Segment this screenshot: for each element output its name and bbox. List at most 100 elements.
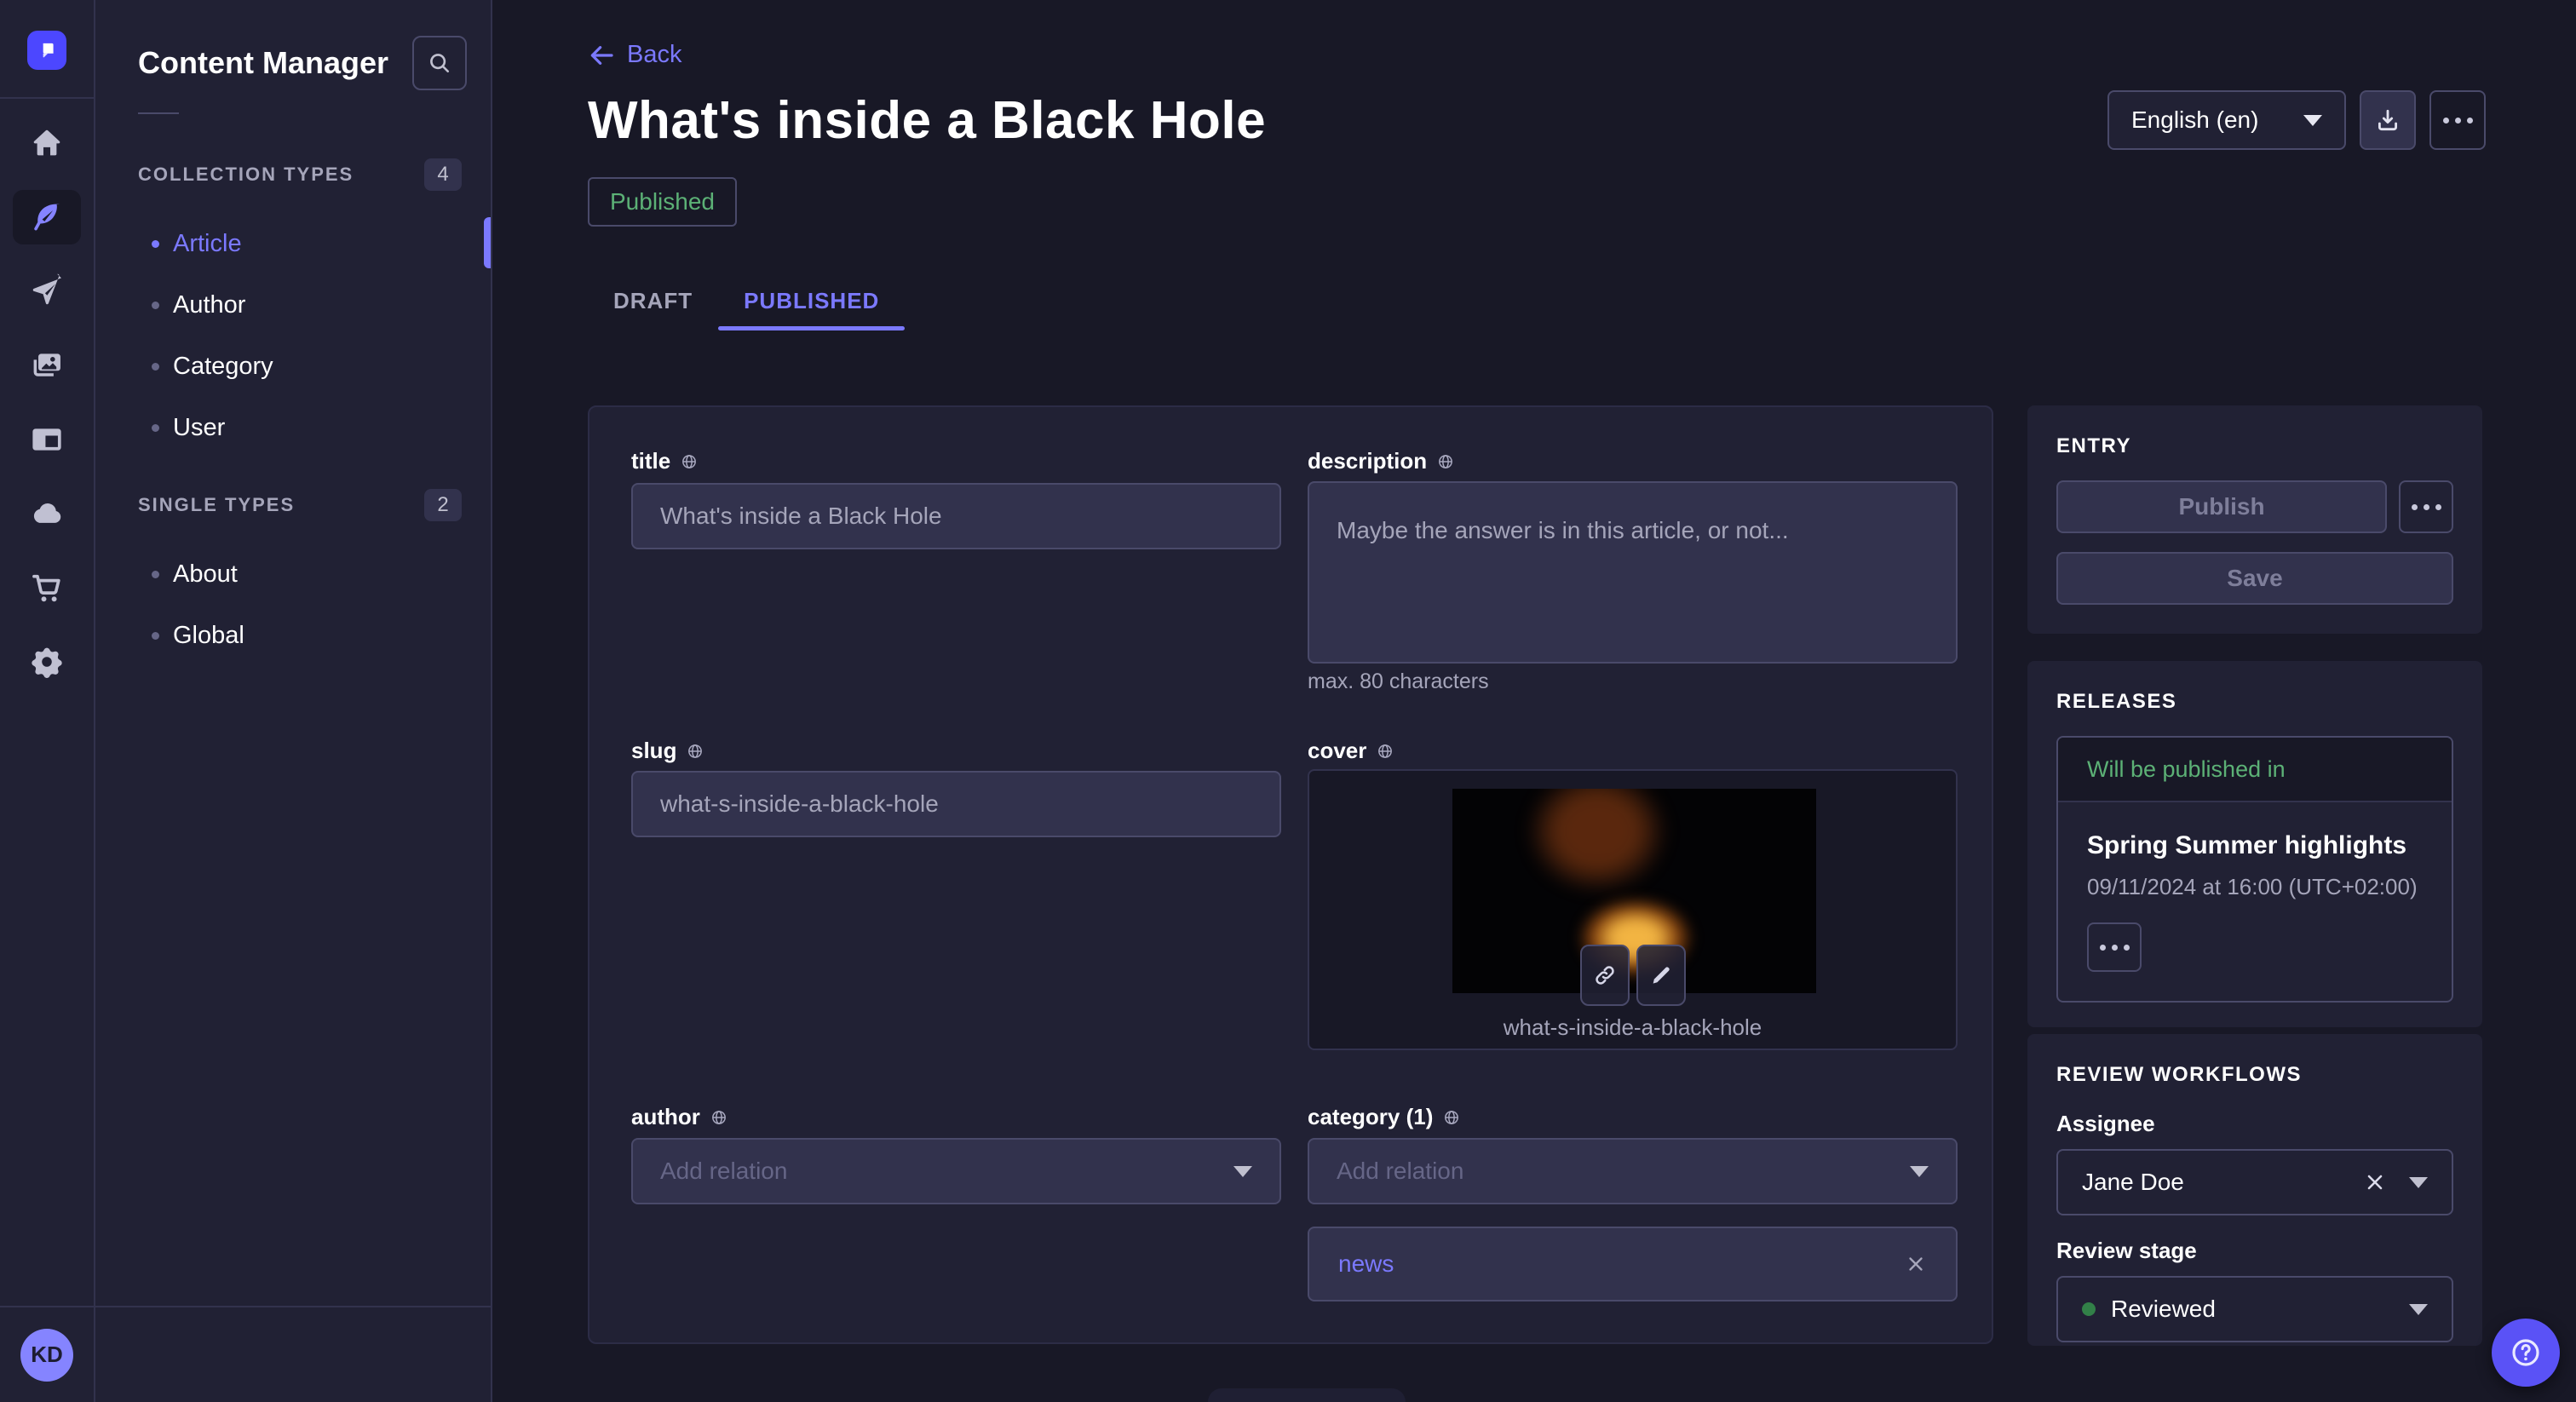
- sidebar-item-user[interactable]: User: [95, 397, 491, 458]
- section-label-collection-types: COLLECTION TYPES: [138, 164, 354, 186]
- sidebar-item-global[interactable]: Global: [95, 605, 491, 666]
- main-content: Back What's inside a Black Hole Publishe…: [492, 0, 2576, 1402]
- chevron-down-icon: [2409, 1177, 2428, 1188]
- layout-icon: [29, 422, 65, 457]
- help-button[interactable]: [2492, 1319, 2560, 1387]
- review-workflows-panel: REVIEW WORKFLOWS Assignee Jane Doe Revie…: [2027, 1034, 2482, 1346]
- remove-relation-icon[interactable]: [1905, 1253, 1927, 1275]
- author-relation-select[interactable]: Add relation: [631, 1138, 1281, 1204]
- globe-icon: [681, 453, 698, 470]
- sidebar-item-author[interactable]: Author: [95, 274, 491, 336]
- entry-heading: ENTRY: [2056, 434, 2453, 458]
- bullet-icon: [152, 632, 159, 640]
- rail-nav: [13, 116, 81, 689]
- send-icon: [29, 273, 65, 309]
- title-input-value: What's inside a Black Hole: [660, 503, 942, 530]
- sidebar-footer-divider: [95, 1306, 491, 1307]
- collapsed-panel-peek[interactable]: [1208, 1388, 1406, 1402]
- header-actions: English (en): [2107, 90, 2486, 150]
- download-icon: [2374, 106, 2401, 134]
- title-input[interactable]: What's inside a Black Hole: [631, 483, 1281, 549]
- home-icon: [29, 125, 65, 161]
- back-link[interactable]: Back: [588, 41, 681, 69]
- bullet-icon: [152, 424, 159, 432]
- collection-types-count-badge: 4: [424, 158, 462, 191]
- publish-button[interactable]: Publish: [2056, 480, 2387, 533]
- sidebar-item-media-library[interactable]: [13, 338, 81, 393]
- category-relation-select[interactable]: Add relation: [1308, 1138, 1958, 1204]
- cover-media-card: what-s-inside-a-black-hole: [1308, 769, 1958, 1050]
- review-stage-select[interactable]: Reviewed: [2056, 1276, 2453, 1342]
- clear-assignee-icon[interactable]: [2363, 1170, 2387, 1194]
- description-value: Maybe the answer is in this article, or …: [1337, 517, 1789, 543]
- strapi-logo-icon: [36, 39, 58, 61]
- sidebar-item-article[interactable]: Article: [95, 213, 491, 274]
- slug-field-label: slug: [631, 738, 704, 764]
- entry-more-button[interactable]: [2399, 480, 2453, 533]
- feather-icon: [29, 199, 65, 235]
- chevron-down-icon: [1910, 1166, 1929, 1177]
- globe-icon: [1437, 453, 1454, 470]
- content-manager-sidebar: Content Manager COLLECTION TYPES 4 Artic…: [95, 0, 492, 1402]
- chevron-down-icon: [2409, 1304, 2428, 1315]
- category-relation-item: news: [1308, 1227, 1958, 1301]
- cover-actions: [1309, 945, 1956, 1006]
- collection-types-list: Article Author Category User: [95, 213, 491, 458]
- save-button[interactable]: Save: [2056, 552, 2453, 605]
- user-avatar[interactable]: KD: [20, 1329, 73, 1382]
- version-tabs: DRAFT PUBLISHED: [588, 271, 905, 330]
- edit-media-button[interactable]: [1636, 945, 1686, 1006]
- more-icon: [2100, 945, 2130, 951]
- description-textarea[interactable]: Maybe the answer is in this article, or …: [1308, 481, 1958, 664]
- relation-link-news[interactable]: news: [1338, 1250, 1394, 1278]
- stage-status-dot: [2082, 1302, 2096, 1316]
- globe-icon: [1443, 1109, 1460, 1126]
- bullet-icon: [152, 302, 159, 309]
- question-icon: [2509, 1336, 2543, 1370]
- sidebar-item-content-type-builder[interactable]: [13, 412, 81, 467]
- release-status: Will be published in: [2058, 738, 2452, 802]
- export-button[interactable]: [2360, 90, 2416, 150]
- bullet-icon: [152, 571, 159, 578]
- tab-draft[interactable]: DRAFT: [588, 271, 718, 330]
- field-label-text: title: [631, 448, 670, 474]
- author-field-label: author: [631, 1104, 727, 1130]
- more-actions-button[interactable]: [2429, 90, 2486, 150]
- page-title: What's inside a Black Hole: [588, 90, 1266, 151]
- slug-input[interactable]: what-s-inside-a-black-hole: [631, 771, 1281, 837]
- locale-select[interactable]: English (en): [2107, 90, 2346, 150]
- more-icon: [2412, 504, 2441, 510]
- release-more-button[interactable]: [2087, 922, 2142, 972]
- assignee-value: Jane Doe: [2082, 1169, 2363, 1196]
- globe-icon: [710, 1109, 727, 1126]
- copy-link-button[interactable]: [1580, 945, 1630, 1006]
- sidebar-item-releases[interactable]: [13, 264, 81, 319]
- nav-item-label: Article: [173, 230, 242, 258]
- sidebar-item-about[interactable]: About: [95, 543, 491, 605]
- sidebar-item-home[interactable]: [13, 116, 81, 170]
- link-icon: [1592, 962, 1618, 988]
- search-button[interactable]: [412, 36, 467, 90]
- slug-input-value: what-s-inside-a-black-hole: [660, 790, 939, 818]
- category-placeholder: Add relation: [1337, 1158, 1463, 1185]
- back-label: Back: [627, 41, 681, 69]
- strapi-logo[interactable]: [27, 31, 66, 70]
- cloud-icon: [29, 496, 65, 531]
- author-placeholder: Add relation: [660, 1158, 787, 1185]
- stage-value: Reviewed: [2111, 1296, 2409, 1323]
- sidebar-item-content-manager[interactable]: [13, 190, 81, 244]
- description-helper: max. 80 characters: [1308, 669, 1489, 694]
- tab-published[interactable]: PUBLISHED: [718, 271, 905, 330]
- sidebar-item-category[interactable]: Category: [95, 336, 491, 397]
- globe-icon: [1377, 743, 1394, 760]
- assignee-select[interactable]: Jane Doe: [2056, 1149, 2453, 1215]
- sidebar-item-settings[interactable]: [13, 635, 81, 689]
- single-types-list: About Global: [95, 543, 491, 666]
- sidebar-item-deploy[interactable]: [13, 486, 81, 541]
- entry-panel: ENTRY Publish Save: [2027, 405, 2482, 634]
- sidebar-title: Content Manager: [138, 45, 388, 81]
- assignee-label: Assignee: [2056, 1111, 2453, 1137]
- search-icon: [427, 50, 452, 76]
- sidebar-item-marketplace[interactable]: [13, 560, 81, 615]
- release-date: 09/11/2024 at 16:00 (UTC+02:00): [2087, 874, 2423, 900]
